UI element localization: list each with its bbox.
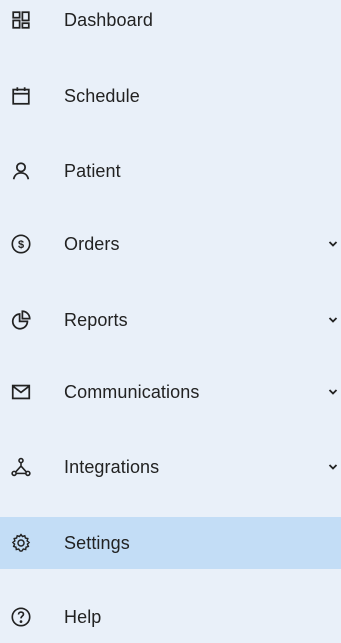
sidebar-item-integrations[interactable]: Integrations xyxy=(0,441,341,493)
sidebar-item-schedule[interactable]: Schedule xyxy=(0,70,341,122)
sidebar-item-label: Integrations xyxy=(64,457,160,477)
hub-icon xyxy=(10,456,32,478)
sidebar-item-label: Communications xyxy=(64,382,200,402)
chevron-down-icon[interactable] xyxy=(327,386,339,398)
sidebar-item-label: Patient xyxy=(64,161,121,181)
calendar-icon xyxy=(10,85,32,107)
dollar-circle-icon: $ xyxy=(10,233,32,255)
chevron-down-icon[interactable] xyxy=(327,238,339,250)
chevron-down-icon[interactable] xyxy=(327,461,339,473)
sidebar-item-patient[interactable]: Patient xyxy=(0,145,341,197)
person-icon xyxy=(10,160,32,182)
sidebar-item-settings[interactable]: Settings xyxy=(0,517,341,569)
sidebar-item-label: Help xyxy=(64,607,102,627)
sidebar-item-communications[interactable]: Communications xyxy=(0,366,341,418)
sidebar-item-label: Dashboard xyxy=(64,10,153,30)
sidebar-item-label: Reports xyxy=(64,310,128,330)
svg-text:$: $ xyxy=(18,239,24,251)
dashboard-grid-icon xyxy=(10,9,32,31)
sidebar-nav: Dashboard Schedule Patient $ Orders Repo… xyxy=(0,0,341,633)
sidebar-item-help[interactable]: Help xyxy=(0,591,341,643)
sidebar-item-label: Orders xyxy=(64,234,120,254)
sidebar-item-reports[interactable]: Reports xyxy=(0,294,341,346)
help-circle-icon xyxy=(10,606,32,628)
mail-icon xyxy=(10,381,32,403)
chevron-down-icon[interactable] xyxy=(327,314,339,326)
sidebar-item-label: Settings xyxy=(64,533,130,553)
sidebar-item-dashboard[interactable]: Dashboard xyxy=(0,0,341,46)
gear-icon xyxy=(10,532,32,554)
pie-chart-icon xyxy=(10,309,32,331)
sidebar-item-label: Schedule xyxy=(64,86,140,106)
sidebar-item-orders[interactable]: $ Orders xyxy=(0,218,341,270)
